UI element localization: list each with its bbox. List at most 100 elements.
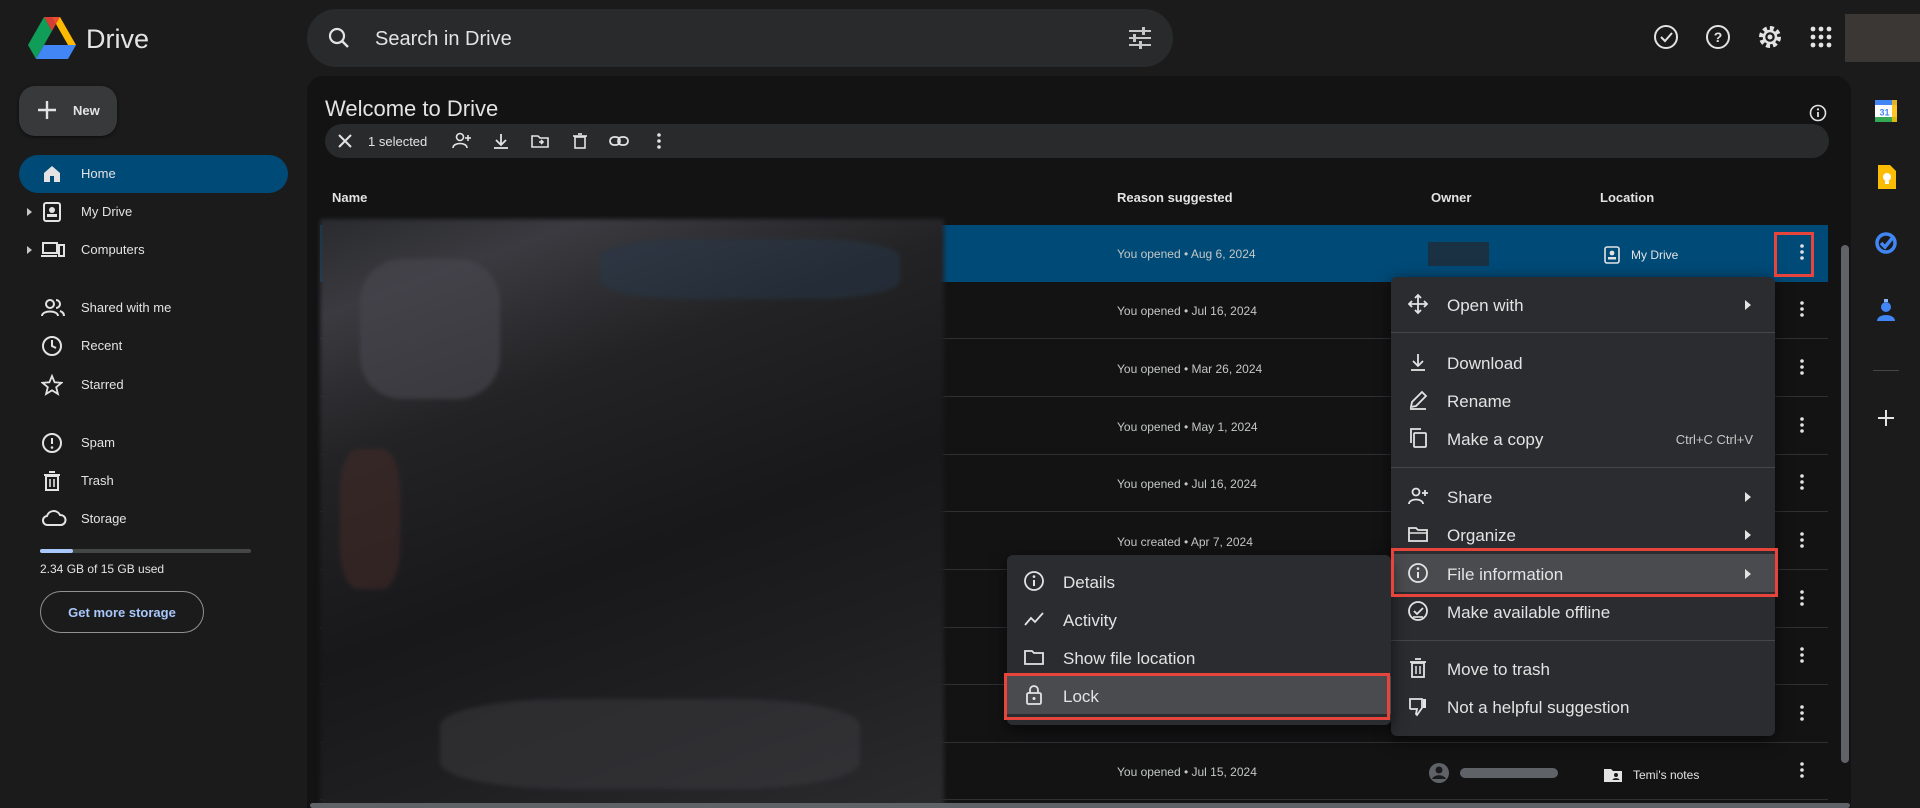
more-options-icon[interactable]: [1792, 588, 1812, 608]
contacts-icon[interactable]: [1871, 296, 1901, 326]
keep-icon[interactable]: [1871, 162, 1901, 192]
menu-item-details[interactable]: Details: [1007, 562, 1391, 600]
vertical-scrollbar[interactable]: [1841, 245, 1849, 763]
menu-item-activity[interactable]: Activity: [1007, 600, 1391, 638]
offline-ready-icon[interactable]: [1651, 22, 1681, 52]
sidebar-item-recent[interactable]: Recent: [19, 327, 288, 365]
sidebar-item-label: Trash: [81, 473, 114, 488]
account-avatar[interactable]: [1845, 14, 1920, 62]
obscured-file-names: [320, 219, 944, 808]
sidebar-item-trash[interactable]: Trash: [19, 462, 288, 500]
menu-label: Not a helpful suggestion: [1447, 698, 1630, 717]
more-options-icon[interactable]: [1792, 645, 1812, 665]
menu-label: Activity: [1063, 611, 1117, 630]
column-header-name[interactable]: Name: [332, 190, 367, 205]
more-options-icon[interactable]: [1792, 530, 1812, 550]
menu-label: Open with: [1447, 296, 1524, 315]
more-options-icon[interactable]: [1792, 415, 1812, 435]
trash-icon: [41, 470, 63, 492]
menu-label: Share: [1447, 488, 1493, 507]
location-label: My Drive: [1631, 248, 1679, 262]
location-cell[interactable]: My Drive: [1603, 246, 1678, 264]
cloud-icon: [41, 508, 67, 528]
owner-name-obscured: [1460, 768, 1558, 778]
search-icon[interactable]: [327, 26, 351, 50]
help-icon[interactable]: ?: [1703, 22, 1733, 52]
calendar-icon[interactable]: 31: [1871, 96, 1901, 126]
new-button[interactable]: New: [19, 86, 117, 136]
menu-item-open-with[interactable]: Open with: [1391, 285, 1775, 323]
expand-arrow-icon[interactable]: [27, 208, 32, 216]
owner-cell: [1428, 762, 1558, 784]
sidebar-item-label: Computers: [81, 242, 145, 257]
menu-item-move-to-trash[interactable]: Move to trash: [1391, 649, 1775, 687]
highlight-box-kebab: [1774, 232, 1814, 277]
sidebar-item-my-drive[interactable]: My Drive: [19, 193, 288, 231]
more-options-icon[interactable]: [1792, 472, 1812, 492]
expand-arrow-icon[interactable]: [27, 246, 32, 254]
info-icon[interactable]: [1809, 104, 1827, 122]
more-options-icon[interactable]: [1792, 703, 1812, 723]
shortcut-text: Ctrl+C Ctrl+V: [1675, 432, 1753, 447]
shared-folder-icon: [1603, 766, 1623, 784]
reason-text: You opened • Jul 16, 2024: [1117, 304, 1257, 318]
more-options-icon[interactable]: [1792, 299, 1812, 319]
menu-label: Show file location: [1063, 649, 1196, 668]
menu-label: Organize: [1447, 526, 1516, 545]
trash-icon: [1407, 657, 1429, 679]
sidebar-item-label: Starred: [81, 377, 124, 392]
activity-trend-icon: [1023, 608, 1045, 630]
menu-item-share[interactable]: Share: [1391, 477, 1775, 515]
copy-link-icon[interactable]: [609, 131, 629, 151]
menu-item-make-available-offline[interactable]: Make available offline: [1391, 592, 1775, 630]
delete-trash-icon[interactable]: [570, 131, 590, 151]
sidebar-item-label: Recent: [81, 338, 123, 353]
sidebar-item-spam[interactable]: Spam: [19, 424, 288, 462]
open-with-move-icon: [1407, 293, 1429, 315]
share-add-person-icon[interactable]: [452, 131, 472, 151]
search-input[interactable]: Search in Drive: [375, 28, 512, 51]
settings-gear-icon[interactable]: [1755, 22, 1785, 52]
column-header-owner: Owner: [1431, 190, 1472, 205]
download-icon[interactable]: [491, 131, 511, 151]
menu-item-download[interactable]: Download: [1391, 343, 1775, 381]
horizontal-scrollbar[interactable]: [310, 803, 1850, 808]
search-bar[interactable]: Search in Drive: [307, 9, 1173, 67]
apps-grid-icon[interactable]: [1806, 22, 1836, 52]
more-actions-icon[interactable]: [649, 131, 669, 151]
more-options-icon[interactable]: [1792, 357, 1812, 377]
sidebar-item-shared-with-me[interactable]: Shared with me: [19, 289, 288, 327]
get-more-storage-button[interactable]: Get more storage: [40, 591, 204, 633]
sidebar-item-home[interactable]: Home: [19, 155, 288, 193]
home-icon: [41, 163, 63, 185]
search-options-icon[interactable]: [1127, 26, 1153, 50]
location-cell[interactable]: Temi's notes: [1603, 766, 1699, 784]
owner-avatar: [1428, 242, 1489, 266]
sidebar-item-storage[interactable]: Storage: [19, 500, 288, 538]
context-menu: Open with Download Rename Make a copy Ct…: [1391, 277, 1775, 736]
brand-title[interactable]: Drive: [86, 24, 149, 55]
menu-item-show-file-location[interactable]: Show file location: [1007, 638, 1391, 676]
drive-logo-icon[interactable]: [28, 17, 76, 59]
download-icon: [1407, 351, 1429, 373]
sidebar-item-computers[interactable]: Computers: [19, 231, 288, 269]
tasks-icon[interactable]: [1871, 228, 1901, 258]
sidebar-item-label: Storage: [81, 511, 127, 526]
more-options-icon[interactable]: [1792, 760, 1812, 780]
organize-folder-icon: [1407, 523, 1429, 545]
thumbs-down-icon: [1407, 695, 1429, 717]
move-to-folder-icon[interactable]: [530, 131, 550, 151]
submenu-arrow-icon: [1745, 300, 1751, 310]
add-addon-plus-icon[interactable]: [1871, 403, 1901, 433]
menu-item-not-helpful[interactable]: Not a helpful suggestion: [1391, 687, 1775, 725]
clear-selection-close-icon[interactable]: [335, 131, 355, 151]
svg-text:31: 31: [1879, 108, 1889, 118]
sidebar-item-label: Shared with me: [81, 300, 172, 315]
page-title: Welcome to Drive: [325, 96, 499, 121]
menu-item-rename[interactable]: Rename: [1391, 381, 1775, 419]
menu-item-make-copy[interactable]: Make a copy Ctrl+C Ctrl+V: [1391, 419, 1775, 457]
storage-usage-text: 2.34 GB of 15 GB used: [40, 562, 165, 576]
share-add-person-icon: [1407, 485, 1429, 507]
sidebar-item-starred[interactable]: Starred: [19, 366, 288, 404]
menu-label: Details: [1063, 573, 1115, 592]
